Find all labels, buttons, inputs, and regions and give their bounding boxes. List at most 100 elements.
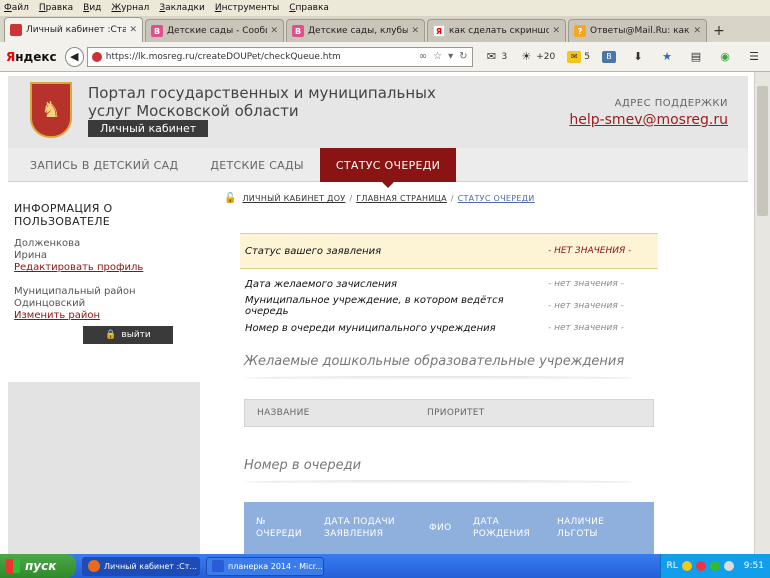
user-info-title-line1: ИНФОРМАЦИЯ О bbox=[14, 202, 113, 215]
tab-kindergarten-enroll[interactable]: ЗАПИСЬ В ДЕТСКИЙ САД bbox=[8, 148, 194, 182]
status-head-value: - НЕТ ЗНАЧЕНИЯ - bbox=[548, 246, 632, 256]
tray-icon[interactable] bbox=[681, 561, 692, 571]
star-outline-icon[interactable]: ☆ bbox=[433, 51, 442, 62]
support-email-link[interactable]: help-smev@mosreg.ru bbox=[569, 112, 728, 128]
vk-favicon: В bbox=[292, 25, 304, 37]
close-icon[interactable]: ✕ bbox=[693, 26, 701, 36]
col-submit-date: ДАТА ПОДАЧИ ЗАЯВЛЕНИЯ bbox=[324, 516, 429, 540]
notif-count: 5 bbox=[584, 51, 590, 62]
menu-bookmarks[interactable]: Закладки bbox=[159, 3, 205, 13]
language-indicator[interactable]: RL bbox=[667, 561, 678, 571]
menu-edit[interactable]: Правка bbox=[39, 3, 73, 13]
close-icon[interactable]: ✕ bbox=[411, 26, 419, 36]
bookmark-button[interactable]: ★ bbox=[660, 50, 677, 63]
district-label: Муниципальный район bbox=[14, 286, 136, 297]
col-name: НАЗВАНИЕ bbox=[257, 408, 310, 418]
user-name: Ирина bbox=[14, 250, 47, 261]
new-tab-button[interactable]: + bbox=[709, 19, 729, 42]
coat-of-arms-icon[interactable]: ♞ bbox=[30, 82, 72, 138]
tray-icon[interactable] bbox=[709, 561, 720, 571]
mail-widget[interactable]: ✉ 3 bbox=[485, 50, 508, 63]
site-favicon bbox=[91, 51, 102, 62]
status-row-label: Дата желаемого зачисления bbox=[245, 278, 398, 290]
status-head-row: Статус вашего заявления - НЕТ ЗНАЧЕНИЯ - bbox=[240, 233, 658, 269]
start-button[interactable]: пуск bbox=[0, 554, 76, 578]
tray-icon[interactable] bbox=[695, 561, 706, 571]
address-bar[interactable]: https://lk.mosreg.ru/createDOUPet/checkQ… bbox=[86, 46, 473, 67]
sidebar-empty-panel bbox=[8, 382, 200, 554]
sun-icon: ☀ bbox=[521, 50, 532, 63]
menu-file[interactable]: Файл bbox=[4, 3, 29, 13]
logout-label: выйти bbox=[121, 330, 151, 340]
breadcrumb-cabinet[interactable]: ЛИЧНЫЙ КАБИНЕТ ДОУ bbox=[242, 194, 345, 203]
close-icon[interactable]: ✕ bbox=[552, 26, 560, 36]
menu-tools[interactable]: Инструменты bbox=[215, 3, 279, 13]
sidebar: ИНФОРМАЦИЯ О ПОЛЬЗОВАТЕЛЕ Долженкова Ири… bbox=[8, 184, 200, 554]
mail-count: 3 bbox=[501, 51, 508, 62]
logout-button[interactable]: 🔒 выйти bbox=[83, 326, 173, 344]
vk-button[interactable]: В bbox=[602, 50, 619, 63]
download-button[interactable]: ⬇ bbox=[631, 50, 648, 63]
notifications-widget[interactable]: ✉ 5 bbox=[567, 50, 590, 63]
breadcrumb-home[interactable]: ГЛАВНАЯ СТРАНИЦА bbox=[356, 194, 447, 203]
taskbar-item-label: Личный кабинет :Ст... bbox=[104, 561, 198, 571]
browser-tab-mailru[interactable]: ? Ответы@Mail.Ru: как сд... ✕ bbox=[568, 19, 707, 42]
status-row-value: - нет значения - bbox=[548, 323, 624, 333]
col-queue-number-line1: № bbox=[256, 517, 266, 527]
weather-widget[interactable]: ☀ +20 bbox=[519, 50, 555, 63]
close-icon[interactable]: ✕ bbox=[270, 26, 278, 36]
skype-button[interactable]: ◉ bbox=[718, 50, 735, 63]
district-value: Одинцовский bbox=[14, 298, 86, 309]
yandex-favicon: Я bbox=[433, 25, 445, 37]
dropdown-icon[interactable]: ▾ bbox=[448, 51, 453, 62]
browser-tab-lk[interactable]: Личный кабинет :Статус ... ✕ bbox=[4, 17, 143, 42]
change-district-link[interactable]: Изменить район bbox=[14, 310, 100, 321]
notification-icon: ✉ bbox=[567, 50, 582, 63]
word-icon bbox=[212, 560, 224, 572]
back-button[interactable]: ◀ bbox=[64, 46, 84, 67]
yandex-logo-rest: ндекс bbox=[15, 49, 57, 64]
browser-tab-vk-1[interactable]: В Детские сады - Сообще... ✕ bbox=[145, 19, 284, 42]
user-info-panel: ИНФОРМАЦИЯ О ПОЛЬЗОВАТЕЛЕ Долженкова Ири… bbox=[8, 184, 200, 368]
yandex-logo[interactable]: Яндекс bbox=[6, 50, 57, 64]
glasses-icon[interactable]: ∞ bbox=[419, 51, 427, 62]
taskbar-item-word[interactable]: планерка 2014 - Micr... bbox=[206, 556, 324, 576]
status-row: Дата желаемого зачисления - нет значения… bbox=[240, 273, 658, 295]
tab-title: как сделать скриншот э... bbox=[449, 26, 549, 36]
reload-icon[interactable]: ↻ bbox=[459, 51, 467, 62]
menu-history[interactable]: Журнал bbox=[111, 3, 149, 13]
scrollbar-thumb[interactable] bbox=[757, 86, 768, 216]
download-icon: ⬇ bbox=[633, 50, 643, 63]
cabinet-badge[interactable]: Личный кабинет bbox=[88, 120, 209, 137]
menu-help[interactable]: Справка bbox=[289, 3, 329, 13]
taskbar-item-browser[interactable]: Личный кабинет :Ст... bbox=[82, 556, 200, 576]
mailru-favicon: ? bbox=[574, 25, 586, 37]
status-head-label: Статус вашего заявления bbox=[245, 245, 382, 257]
site-header: ♞ Портал государственных и муниципальных… bbox=[8, 76, 748, 148]
clock: 9:51 bbox=[743, 561, 764, 571]
vk-icon: В bbox=[602, 50, 616, 63]
taskbar-item-label: планерка 2014 - Micr... bbox=[228, 561, 323, 571]
close-icon[interactable]: ✕ bbox=[129, 25, 137, 35]
col-priority: ПРИОРИТЕТ bbox=[427, 408, 485, 418]
menu-view[interactable]: Вид bbox=[83, 3, 101, 13]
col-birth-date: ДАТА РОЖДЕНИЯ bbox=[473, 516, 557, 540]
browser-tab-vk-2[interactable]: В Детские сады, клубы, ц... ✕ bbox=[286, 19, 425, 42]
breadcrumb: 🔓 ЛИЧНЫЙ КАБИНЕТ ДОУ / ГЛАВНАЯ СТРАНИЦА … bbox=[224, 193, 535, 204]
tab-kindergartens[interactable]: ДЕТСКИЕ САДЫ bbox=[194, 148, 320, 182]
queue-title: Номер в очереди bbox=[244, 458, 362, 473]
col-submit-date-line1: ДАТА ПОДАЧИ bbox=[324, 517, 395, 527]
status-row-label: Муниципальное учреждение, в котором ведё… bbox=[245, 295, 504, 317]
page-scrollbar[interactable] bbox=[754, 72, 770, 554]
tray-icon[interactable] bbox=[723, 561, 734, 571]
hamburger-icon: ☰ bbox=[749, 50, 759, 63]
status-row-label: Номер в очереди муниципального учреждени… bbox=[245, 322, 496, 334]
calendar-button[interactable]: ▤ bbox=[689, 50, 706, 63]
browser-menu-button[interactable]: ☰ bbox=[747, 50, 764, 63]
breadcrumb-current[interactable]: СТАТУС ОЧЕРЕДИ bbox=[458, 194, 535, 203]
tab-queue-status[interactable]: СТАТУС ОЧЕРЕДИ bbox=[319, 148, 457, 188]
edit-profile-link[interactable]: Редактировать профиль bbox=[14, 262, 143, 273]
col-benefits-line1: НАЛИЧИЕ bbox=[557, 517, 605, 527]
browser-tab-yandex[interactable]: Я как сделать скриншот э... ✕ bbox=[427, 19, 566, 42]
section-divider bbox=[244, 480, 634, 484]
